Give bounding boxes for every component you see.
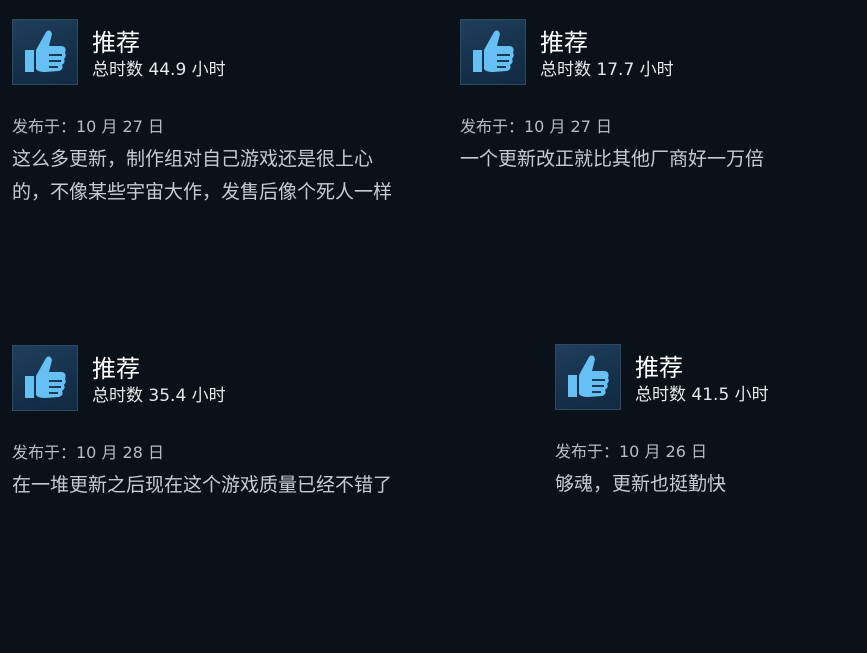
thumbs-up-icon [25,356,66,398]
review-verdict: 推荐 [540,29,588,57]
review-body-line: 这么多更新，制作组对自己游戏还是很上心 [12,148,374,170]
recommended-badge[interactable] [460,19,526,85]
review-card: 推荐 总时数 17.7 小时 发布于：10 月 27 日 一个更新改正就比其他厂… [460,19,860,176]
review-date: 发布于：10 月 27 日 [12,117,164,136]
review-verdict: 推荐 [635,354,683,382]
review-verdict: 推荐 [92,355,140,383]
review-body: 这么多更新，制作组对自己游戏还是很上心 的，不像某些宇宙大作，发售后像个死人一样 [12,143,442,209]
review-body-line: 一个更新改正就比其他厂商好一万倍 [460,148,765,170]
review-hours: 总时数 44.9 小时 [92,60,226,80]
review-verdict: 推荐 [92,29,140,57]
thumbs-up-icon [25,30,66,72]
review-hours: 总时数 17.7 小时 [540,60,674,80]
review-date: 发布于：10 月 26 日 [555,442,707,461]
review-body-line: 的，不像某些宇宙大作，发售后像个死人一样 [12,181,393,203]
review-date: 发布于：10 月 27 日 [460,117,612,136]
review-body-line: 在一堆更新之后现在这个游戏质量已经不错了 [12,474,393,496]
thumbs-up-icon [568,355,609,397]
review-body: 在一堆更新之后现在这个游戏质量已经不错了 [12,469,442,502]
thumbs-up-icon [473,30,514,72]
review-hours: 总时数 35.4 小时 [92,386,226,406]
review-date: 发布于：10 月 28 日 [12,443,164,462]
review-card: 推荐 总时数 44.9 小时 发布于：10 月 27 日 这么多更新，制作组对自… [12,19,442,209]
recommended-badge[interactable] [555,344,621,410]
recommended-badge[interactable] [12,19,78,85]
review-card: 推荐 总时数 35.4 小时 发布于：10 月 28 日 在一堆更新之后现在这个… [12,345,442,502]
recommended-badge[interactable] [12,345,78,411]
review-hours: 总时数 41.5 小时 [635,385,769,405]
review-body: 一个更新改正就比其他厂商好一万倍 [460,143,860,176]
review-body: 够魂，更新也挺勤快 [555,468,860,501]
review-card: 推荐 总时数 41.5 小时 发布于：10 月 26 日 够魂，更新也挺勤快 [555,344,860,501]
review-body-line: 够魂，更新也挺勤快 [555,473,727,495]
